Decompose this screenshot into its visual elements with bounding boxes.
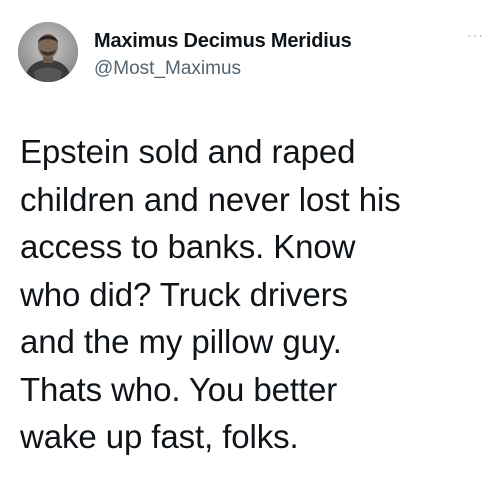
author-display-name[interactable]: Maximus Decimus Meridius <box>94 28 474 54</box>
tweet-line: Epstein sold and raped <box>20 133 356 170</box>
tweet-line: access to banks. Know <box>20 228 356 265</box>
tweet-line: children and never lost his <box>20 180 401 218</box>
tweet-header: Maximus Decimus Meridius @Most_Maximus ·… <box>18 22 486 102</box>
tweet-card: Maximus Decimus Meridius @Most_Maximus ·… <box>0 0 500 494</box>
more-options-icon[interactable]: ··· <box>467 28 484 42</box>
avatar[interactable] <box>18 22 78 82</box>
tweet-line: wake up fast, folks. <box>20 418 299 455</box>
tweet-line: and the my pillow guy. <box>20 323 342 360</box>
tweet-line: Thats who. You better <box>20 370 338 408</box>
author-names: Maximus Decimus Meridius @Most_Maximus <box>94 28 474 82</box>
user-avatar-icon <box>18 22 78 82</box>
author-handle[interactable]: @Most_Maximus <box>94 56 474 82</box>
tweet-line: who did? Truck drivers <box>20 275 348 313</box>
tweet-text: Epstein sold and raped children and neve… <box>20 128 492 461</box>
